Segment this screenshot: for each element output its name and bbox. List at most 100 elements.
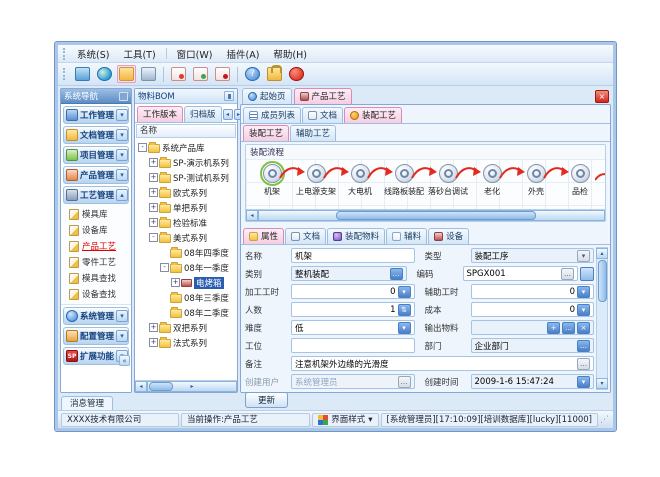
- scrollbar-thumb[interactable]: [336, 211, 536, 220]
- station-field[interactable]: [291, 338, 415, 353]
- tree-node[interactable]: + 电烤箱: [135, 275, 237, 290]
- browse-icon[interactable]: …: [562, 322, 575, 334]
- tree-expander-icon[interactable]: -: [160, 263, 169, 272]
- sidebar-item[interactable]: 零件工艺: [61, 254, 131, 270]
- property-tab[interactable]: 设备: [428, 228, 469, 244]
- tree-node[interactable]: 08年四季度: [135, 245, 237, 260]
- code-extra-button[interactable]: [580, 267, 594, 281]
- dropdown-icon[interactable]: ▾: [577, 250, 590, 262]
- sidebar-group[interactable]: 项目管理 ▾: [63, 146, 129, 164]
- chevron-down-icon[interactable]: ▾: [116, 310, 128, 322]
- difficulty-field[interactable]: 低▾: [291, 320, 415, 335]
- tree-expander-icon[interactable]: -: [138, 143, 147, 152]
- created-time-field[interactable]: 2009-1-6 15:47:24▾: [471, 374, 595, 389]
- scrollbar-thumb[interactable]: [598, 260, 607, 302]
- system-monitor-icon[interactable]: [75, 67, 90, 81]
- menu-item[interactable]: 工具(T): [116, 46, 162, 62]
- type-field[interactable]: 装配工序▾: [471, 248, 595, 263]
- aux-time-field[interactable]: 0▾: [471, 284, 595, 299]
- chevron-down-icon[interactable]: ▾: [116, 109, 128, 121]
- tree-node[interactable]: + 单把系列: [135, 200, 237, 215]
- sidebar-group[interactable]: 文档管理 ▾: [63, 126, 129, 144]
- department-field[interactable]: 企业部门…: [471, 338, 595, 353]
- tree-column-header[interactable]: 名称: [136, 124, 236, 138]
- dropdown-icon[interactable]: ▾: [398, 322, 411, 334]
- chevron-down-icon[interactable]: ▾: [116, 149, 128, 161]
- name-field[interactable]: 机架: [291, 248, 415, 263]
- output-material-field[interactable]: +…×: [471, 320, 595, 335]
- spinner-icon[interactable]: ⇅: [398, 304, 411, 316]
- sidebar-group[interactable]: 工作管理 ▾: [63, 106, 129, 124]
- remark-button[interactable]: …: [577, 358, 590, 370]
- sidebar-group[interactable]: 系统管理 ▾: [63, 307, 129, 325]
- tree-node[interactable]: + SP-演示机系列: [135, 155, 237, 170]
- open-folder-icon[interactable]: [119, 67, 134, 81]
- collapse-sidebar-button[interactable]: «: [119, 355, 130, 366]
- tree-expander-icon[interactable]: +: [149, 173, 158, 182]
- tree-node[interactable]: 08年三季度: [135, 290, 237, 305]
- scroll-down-icon[interactable]: ▾: [596, 378, 608, 389]
- tree-node[interactable]: + SP-测试机系列: [135, 170, 237, 185]
- resize-grip[interactable]: ⋰: [600, 413, 610, 427]
- sidebar-menu-icon[interactable]: [119, 92, 128, 101]
- category-field[interactable]: 整机装配…: [291, 266, 407, 281]
- report-icon[interactable]: [141, 67, 156, 81]
- tree-node[interactable]: + 法式系列: [135, 335, 237, 350]
- browse-icon[interactable]: …: [577, 340, 590, 352]
- lock-icon[interactable]: [267, 67, 282, 81]
- process-subtab[interactable]: 装配工艺: [243, 125, 289, 141]
- tree-horizontal-scrollbar[interactable]: ◂ ▸: [135, 380, 237, 392]
- tree-node[interactable]: 08年二季度: [135, 305, 237, 320]
- bom-tab[interactable]: 工作版本: [137, 106, 183, 122]
- chevron-up-icon[interactable]: ▴: [116, 189, 128, 201]
- flow-horizontal-scrollbar[interactable]: ◂ ▸: [246, 209, 605, 221]
- doc-new-icon[interactable]: [171, 67, 186, 81]
- tree-expander-icon[interactable]: -: [149, 233, 158, 242]
- scrollbar-thumb[interactable]: [149, 382, 173, 391]
- tree-node[interactable]: - 08年一季度: [135, 260, 237, 275]
- dropdown-icon[interactable]: ▾: [577, 376, 590, 388]
- dropdown-icon[interactable]: ▾: [398, 286, 411, 298]
- document-tab[interactable]: 产品工艺: [294, 88, 352, 104]
- message-panel-tab[interactable]: 消息管理: [61, 396, 113, 410]
- exit-icon[interactable]: [289, 67, 304, 81]
- dropdown-icon[interactable]: ▾: [577, 304, 590, 316]
- browse-icon[interactable]: …: [561, 268, 574, 280]
- add-icon[interactable]: +: [547, 322, 560, 334]
- menu-item[interactable]: 窗口(W): [170, 46, 220, 62]
- form-vertical-scrollbar[interactable]: ▴ ▾: [596, 247, 608, 390]
- process-subtab[interactable]: 辅助工艺: [290, 125, 336, 141]
- tree-expander-icon[interactable]: +: [149, 323, 158, 332]
- sidebar-item[interactable]: 模具查找: [61, 270, 131, 286]
- workspace-tab[interactable]: 成员列表: [243, 107, 301, 123]
- update-button[interactable]: 更新: [245, 392, 288, 408]
- doc-edit-icon[interactable]: [193, 67, 208, 81]
- property-tab[interactable]: 属性: [243, 228, 284, 244]
- tree-expander-icon[interactable]: +: [149, 218, 158, 227]
- menu-item[interactable]: 系统(S): [70, 46, 116, 62]
- tree-expander-icon[interactable]: +: [149, 158, 158, 167]
- code-field[interactable]: SPGX001…: [463, 266, 579, 281]
- chevron-down-icon[interactable]: ▾: [116, 169, 128, 181]
- tree-expander-icon[interactable]: +: [149, 188, 158, 197]
- document-tab[interactable]: 起始页: [242, 88, 292, 104]
- tree-node[interactable]: + 双把系列: [135, 320, 237, 335]
- tree-node[interactable]: - 美式系列: [135, 230, 237, 245]
- dropdown-icon[interactable]: ▾: [577, 286, 590, 298]
- property-tab[interactable]: 装配物料: [327, 228, 385, 244]
- tree-expander-icon[interactable]: +: [149, 203, 158, 212]
- browse-icon[interactable]: …: [390, 268, 403, 280]
- menu-item[interactable]: 插件(A): [219, 46, 266, 62]
- chevron-down-icon[interactable]: ▾: [116, 129, 128, 141]
- tree-node[interactable]: + 检验标准: [135, 215, 237, 230]
- ui-style-button[interactable]: 界面样式 ▾: [312, 413, 378, 427]
- scroll-up-icon[interactable]: ▴: [596, 248, 608, 259]
- property-tab[interactable]: 辅料: [386, 228, 427, 244]
- sidebar-group[interactable]: 配置管理 ▾: [63, 327, 129, 345]
- tree-node[interactable]: - 系统产品库: [135, 140, 237, 155]
- chevron-down-icon[interactable]: ▾: [116, 330, 128, 342]
- scroll-left-icon[interactable]: ◂: [246, 210, 258, 221]
- scroll-left-icon[interactable]: ◂: [135, 381, 147, 392]
- sidebar-item[interactable]: 模具库: [61, 206, 131, 222]
- sidebar-item[interactable]: 设备查找: [61, 286, 131, 302]
